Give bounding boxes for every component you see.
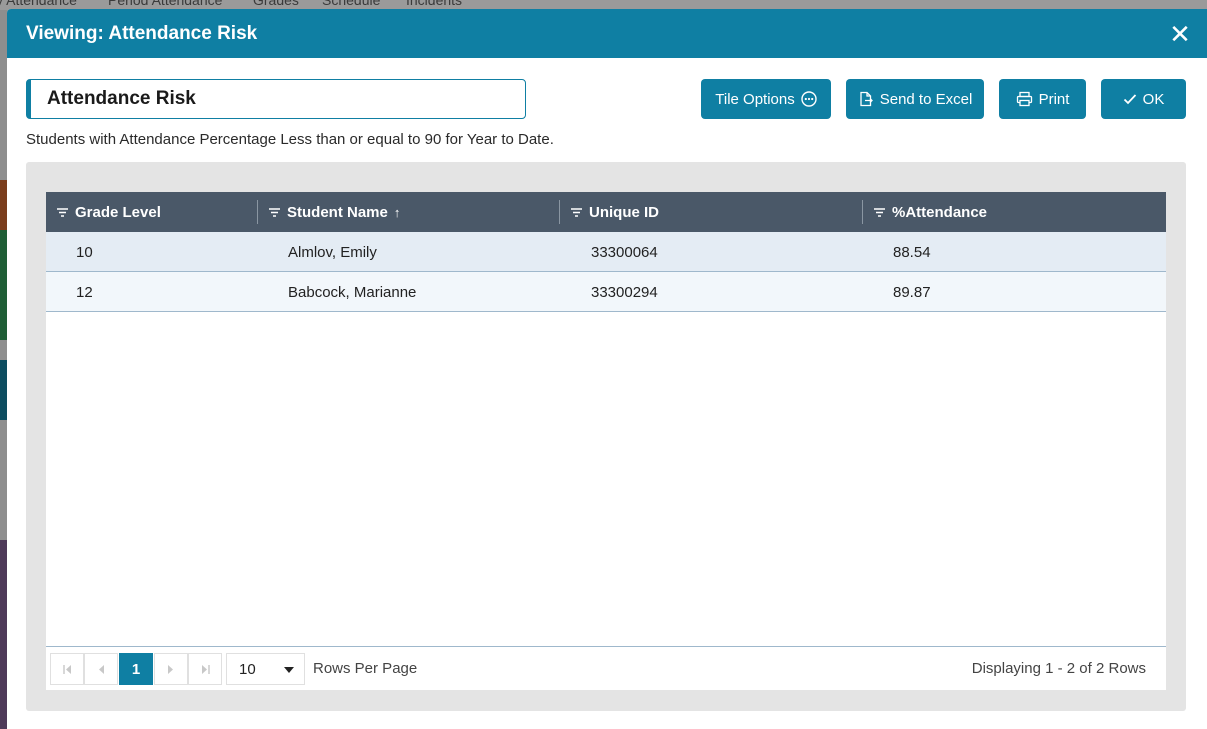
tile-name-field[interactable]: Attendance Risk: [26, 79, 526, 119]
column-label: %Attendance: [892, 203, 988, 221]
export-file-icon: [860, 91, 873, 107]
next-page-icon: [168, 664, 173, 674]
first-page-button[interactable]: [50, 653, 84, 685]
column-header-student-name[interactable]: Student Name ↑: [268, 192, 400, 232]
close-icon[interactable]: ✕: [1169, 21, 1191, 47]
rows-per-page-label: Rows Per Page: [313, 660, 418, 677]
column-label: Student Name: [287, 203, 388, 221]
tile-options-label: Tile Options: [715, 90, 795, 108]
tile-description: Students with Attendance Percentage Less…: [26, 131, 554, 148]
ok-label: OK: [1142, 90, 1165, 108]
cell-unique-id: 33300294: [591, 283, 658, 301]
filter-icon[interactable]: [873, 207, 886, 218]
column-label: Grade Level: [75, 203, 161, 221]
cell-grade: 12: [76, 283, 93, 301]
previous-page-icon: [99, 664, 104, 674]
cell-unique-id: 33300064: [591, 243, 658, 261]
printer-icon: [1016, 91, 1032, 107]
cell-student-name: Babcock, Marianne: [288, 283, 417, 301]
table-row[interactable]: 10 Almlov, Emily 33300064 88.54: [46, 232, 1166, 272]
first-page-icon: [62, 664, 71, 674]
dialog-title: Viewing: Attendance Risk: [26, 22, 258, 44]
column-label: Unique ID: [589, 203, 659, 221]
send-to-excel-button[interactable]: Send to Excel: [846, 79, 984, 119]
bg-nav-item: Period Attendance: [108, 0, 223, 8]
row-count-info: Displaying 1 - 2 of 2 Rows: [971, 660, 1146, 677]
rows-per-page-value: 10: [239, 660, 256, 678]
grid-panel: Grade Level Student Name ↑ Unique ID %At…: [26, 162, 1186, 711]
chevron-down-icon: [284, 667, 294, 673]
column-divider[interactable]: [559, 200, 560, 224]
tile-options-button[interactable]: Tile Options: [701, 79, 831, 119]
column-divider[interactable]: [257, 200, 258, 224]
pager: 1 10 Rows Per Page Displaying 1 - 2 of 2…: [46, 646, 1166, 690]
table-row[interactable]: 12 Babcock, Marianne 33300294 89.87: [46, 272, 1166, 312]
column-divider[interactable]: [862, 200, 863, 224]
print-button[interactable]: Print: [999, 79, 1086, 119]
next-page-button[interactable]: [154, 653, 188, 685]
cell-student-name: Almlov, Emily: [288, 243, 377, 261]
column-header-unique-id[interactable]: Unique ID: [570, 192, 659, 232]
cell-attendance: 88.54: [893, 243, 931, 261]
print-label: Print: [1038, 90, 1070, 108]
bg-nav-item: Incidents: [406, 0, 463, 8]
bg-nav-item: y Attendance: [0, 0, 77, 8]
column-header-attendance[interactable]: %Attendance: [873, 192, 987, 232]
last-page-icon: [201, 664, 210, 674]
data-grid: Grade Level Student Name ↑ Unique ID %At…: [46, 192, 1166, 690]
tile-name-value: Attendance Risk: [47, 88, 196, 109]
checkmark-icon: [1123, 94, 1136, 105]
column-header-grade-level[interactable]: Grade Level: [56, 192, 161, 232]
filter-icon[interactable]: [56, 207, 69, 218]
filter-icon[interactable]: [570, 207, 583, 218]
cell-attendance: 89.87: [893, 283, 931, 301]
filter-icon[interactable]: [268, 207, 281, 218]
rows-per-page-select[interactable]: 10: [226, 653, 305, 685]
dialog-header: Viewing: Attendance Risk ✕: [7, 9, 1207, 58]
bg-nav-item: Grades: [253, 0, 299, 8]
ok-button[interactable]: OK: [1101, 79, 1186, 119]
last-page-button[interactable]: [188, 653, 222, 685]
send-to-excel-label: Send to Excel: [879, 90, 973, 108]
cell-grade: 10: [76, 243, 93, 261]
more-options-icon: [801, 91, 817, 107]
grid-header: Grade Level Student Name ↑ Unique ID %At…: [46, 192, 1166, 232]
page-number-button[interactable]: 1: [119, 653, 153, 685]
previous-page-button[interactable]: [84, 653, 118, 685]
viewing-dialog: Viewing: Attendance Risk ✕ Attendance Ri…: [7, 9, 1207, 729]
bg-nav-item: Schedule: [322, 0, 381, 8]
sort-ascending-icon: ↑: [393, 204, 401, 220]
